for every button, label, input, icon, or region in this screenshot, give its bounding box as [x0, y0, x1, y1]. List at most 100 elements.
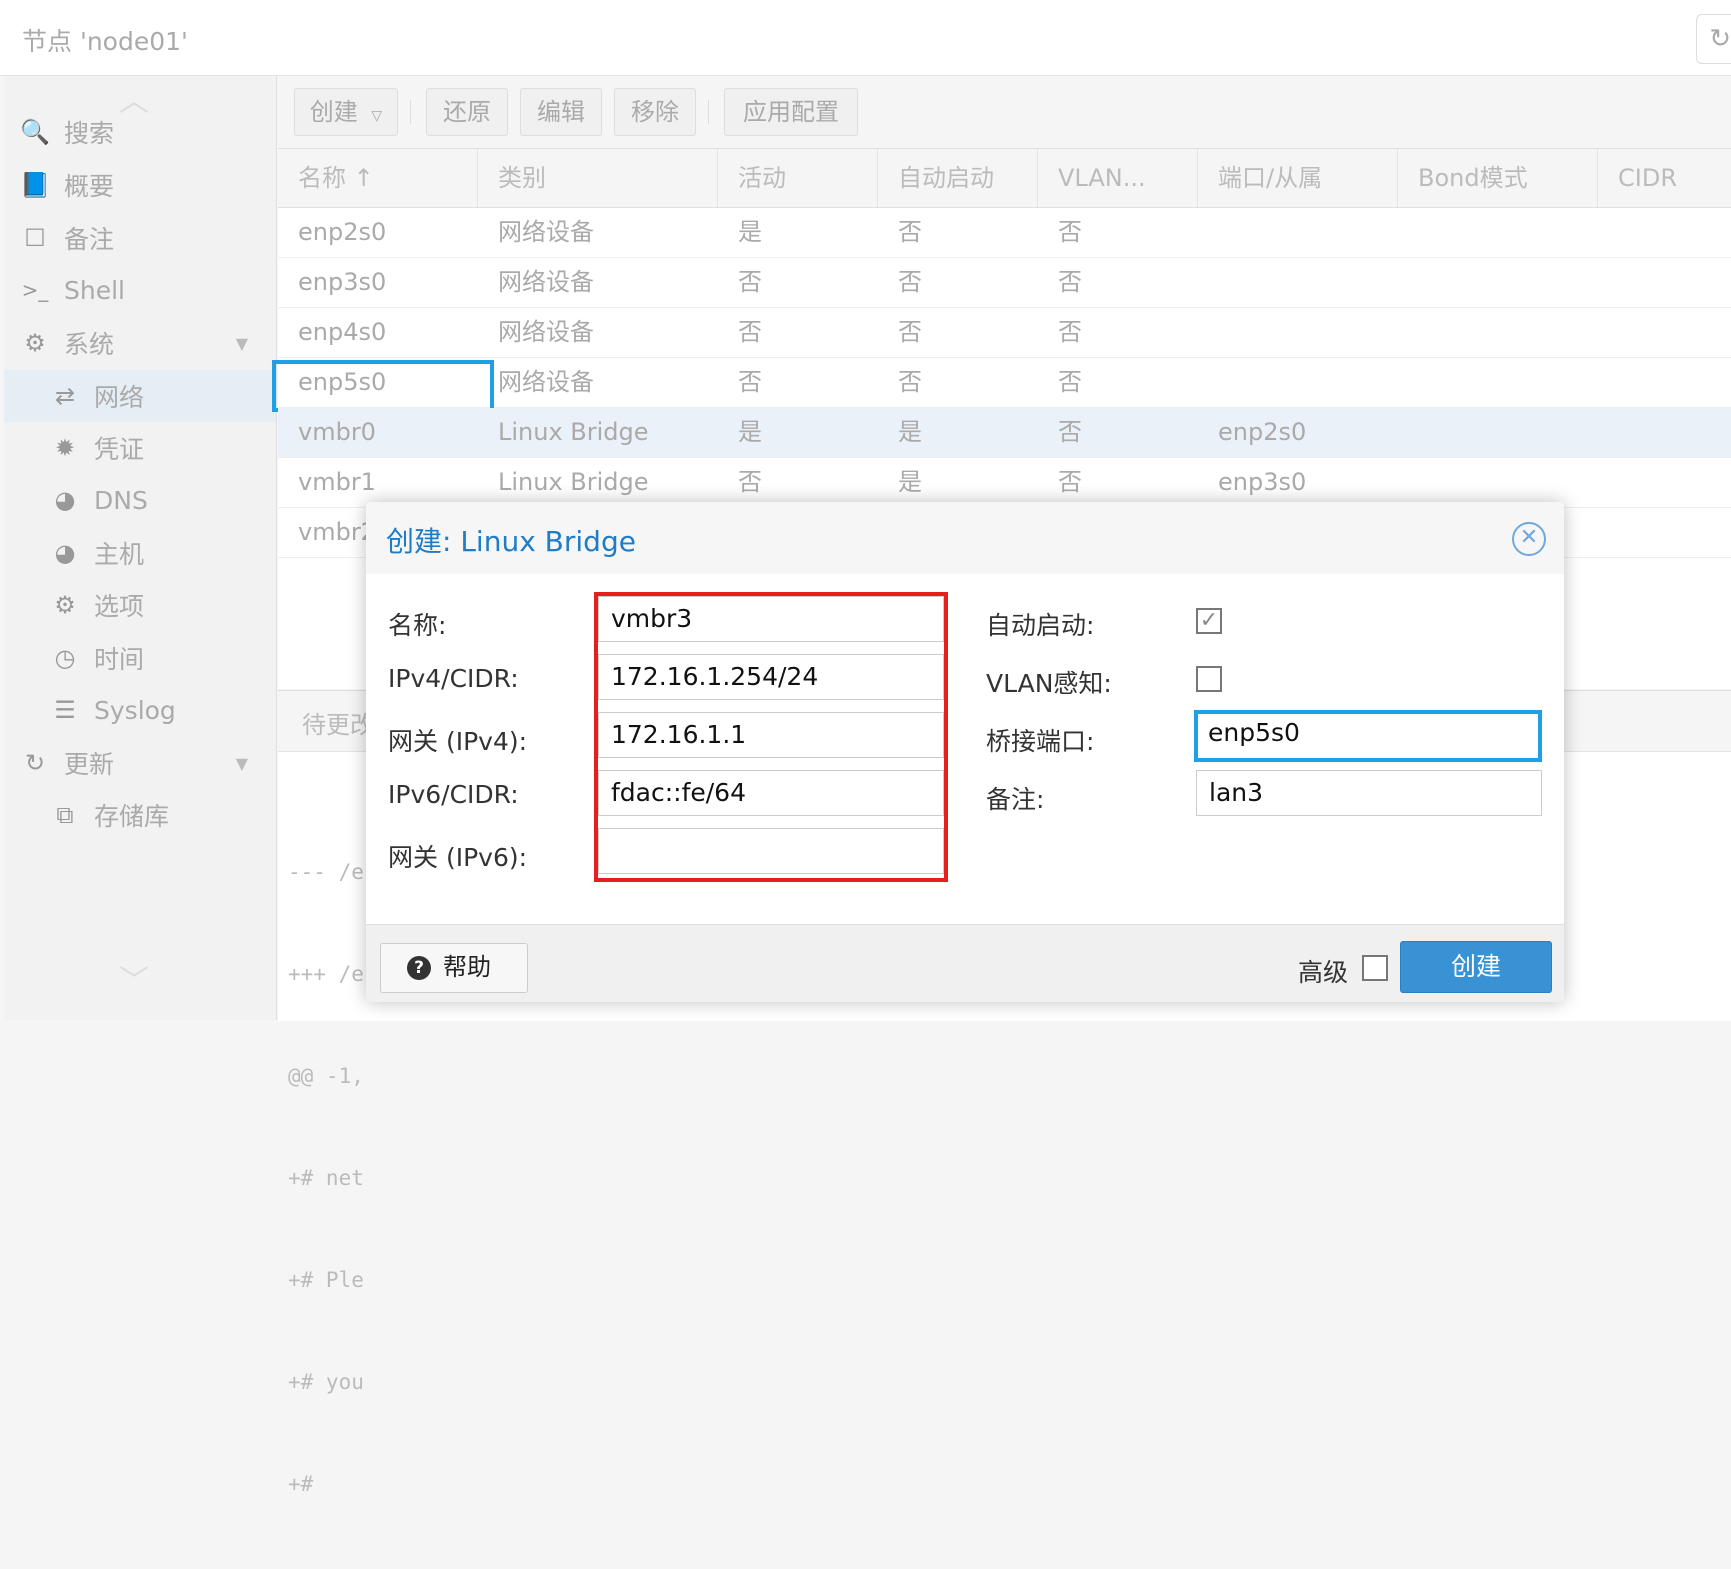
cell-ports: enp3s0: [1218, 468, 1307, 496]
sidebar-item-label: 系统: [64, 330, 115, 359]
cell-active: 否: [738, 368, 762, 396]
table-row[interactable]: enp2s0 网络设备 是 否 否: [278, 208, 1731, 258]
cell-ports: [1198, 308, 1398, 357]
table-row[interactable]: enp5s0 网络设备 否 否 否: [278, 358, 1731, 408]
sidebar-item-time[interactable]: ◷ 时间: [4, 632, 276, 684]
column-name[interactable]: 名称 ↑: [278, 149, 478, 207]
cell-active: 否: [738, 268, 762, 296]
grid-header: 名称 ↑ 类别 活动 自动启动 VLAN... 端口/从属 Bond模式 CID…: [278, 149, 1731, 208]
note-icon: ☐: [24, 224, 46, 252]
table-row[interactable]: vmbr0 Linux Bridge 是 是 否 enp2s0: [278, 408, 1731, 458]
chevron-down-icon[interactable]: ▼: [236, 754, 248, 773]
dialog-footer: ? 帮助 高级 创建: [366, 924, 1564, 1002]
sidebar-item-notes[interactable]: ☐ 备注: [4, 212, 276, 264]
question-icon: ?: [407, 956, 431, 980]
sidebar-item-shell[interactable]: >_ Shell: [4, 264, 276, 316]
table-row[interactable]: enp3s0 网络设备 否 否 否: [278, 258, 1731, 308]
dialog-header: 创建: Linux Bridge ✕: [366, 502, 1564, 574]
gear-icon: ⚙: [54, 591, 76, 619]
close-icon[interactable]: ✕: [1512, 522, 1546, 556]
comment-label: 备注:: [986, 785, 1045, 814]
vlan-aware-checkbox[interactable]: [1196, 666, 1222, 692]
cell-vlan: 否: [1058, 268, 1082, 296]
repository-icon: ⧉: [56, 801, 74, 829]
cell-type: Linux Bridge: [498, 418, 649, 446]
refresh-icon: ↻: [24, 749, 46, 777]
page-title: 节点 'node01': [22, 27, 188, 56]
highlight-frame-red: [594, 592, 948, 882]
sidebar-item-dns[interactable]: ◕ DNS: [4, 474, 276, 526]
bridge-ports-label: 桥接端口:: [986, 727, 1095, 756]
autostart-checkbox[interactable]: ✓: [1196, 608, 1222, 634]
book-icon: 📘: [20, 171, 50, 199]
sidebar-item-label: 时间: [94, 645, 145, 674]
cell-active: 是: [738, 218, 762, 246]
column-cidr[interactable]: CIDR: [1598, 149, 1731, 207]
autostart-label: 自动启动:: [986, 611, 1095, 640]
sidebar-item-updates[interactable]: ↻ 更新 ▼: [4, 737, 276, 789]
cell-type: Linux Bridge: [498, 468, 649, 496]
comment-field[interactable]: lan3: [1196, 770, 1542, 816]
toolbar-separator: [410, 100, 411, 124]
globe-icon: ◕: [54, 486, 76, 514]
ipv6-label: IPv6/CIDR:: [388, 780, 519, 809]
revert-button[interactable]: 还原: [426, 88, 508, 136]
scroll-down-icon[interactable]: ﹀: [114, 956, 154, 1000]
column-type[interactable]: 类别: [478, 149, 718, 207]
table-row[interactable]: vmbr1 Linux Bridge 否 是 否 enp3s0: [278, 458, 1731, 508]
remove-button[interactable]: 移除: [614, 88, 696, 136]
cell-autostart: 否: [898, 218, 922, 246]
cell-autostart: 否: [898, 318, 922, 346]
create-button[interactable]: 创建 ▽: [294, 88, 398, 136]
diff-line: --- /e: [288, 860, 364, 884]
advanced-checkbox[interactable]: [1362, 955, 1388, 981]
sidebar-item-label: 凭证: [94, 435, 145, 464]
table-row[interactable]: enp4s0 网络设备 否 否 否: [278, 308, 1731, 358]
sidebar-item-system[interactable]: ⚙ 系统 ▼: [4, 317, 276, 369]
apply-config-button[interactable]: 应用配置: [724, 88, 858, 136]
help-button[interactable]: ? 帮助: [380, 943, 528, 993]
sidebar-item-repositories[interactable]: ⧉ 存储库: [4, 789, 276, 841]
sidebar-item-network[interactable]: ⇄ 网络: [4, 370, 276, 422]
sidebar-item-summary[interactable]: 📘 概要: [4, 159, 276, 211]
cell-name: vmbr0: [298, 418, 376, 446]
gateway-ipv6-label: 网关 (IPv6):: [388, 843, 528, 872]
create-bridge-dialog: 创建: Linux Bridge ✕ 名称: vmbr3 IPv4/CIDR: …: [366, 502, 1564, 1002]
sidebar-item-label: 更新: [64, 750, 115, 779]
sidebar-item-label: 备注: [64, 225, 115, 254]
cell-vlan: 否: [1058, 418, 1082, 446]
chevron-down-icon[interactable]: ▼: [236, 334, 248, 353]
cell-type: 网络设备: [498, 318, 594, 346]
bridge-ports-field[interactable]: enp5s0: [1194, 710, 1542, 762]
column-vlan[interactable]: VLAN...: [1038, 149, 1198, 207]
sidebar-item-syslog[interactable]: ☰ Syslog: [4, 684, 276, 736]
terminal-icon: >_: [21, 278, 49, 302]
column-autostart[interactable]: 自动启动: [878, 149, 1038, 207]
column-bond-mode[interactable]: Bond模式: [1398, 149, 1598, 207]
sidebar-item-certificates[interactable]: ✹ 凭证: [4, 422, 276, 474]
cell-type: 网络设备: [498, 368, 594, 396]
sidebar-item-label: Syslog: [94, 695, 176, 725]
diff-line: +#: [288, 1472, 314, 1496]
create-label: 创建: [309, 98, 358, 126]
create-submit-button[interactable]: 创建: [1400, 941, 1552, 993]
pending-title: 待更改: [302, 711, 374, 739]
diff-line: +# net: [288, 1166, 364, 1190]
cell-vlan: 否: [1058, 468, 1082, 496]
column-active[interactable]: 活动: [718, 149, 878, 207]
column-ports[interactable]: 端口/从属: [1198, 149, 1398, 207]
chevron-down-icon: ▽: [371, 108, 383, 124]
sidebar-item-hosts[interactable]: ◕ 主机: [4, 527, 276, 579]
name-label: 名称:: [388, 611, 447, 640]
cell-autostart: 否: [898, 268, 922, 296]
sidebar-item-label: DNS: [94, 485, 148, 515]
advanced-label: 高级: [1298, 958, 1349, 987]
diff-line: +# Ple: [288, 1268, 364, 1292]
sidebar-item-options[interactable]: ⚙ 选项: [4, 579, 276, 631]
certificate-icon: ✹: [54, 434, 76, 462]
sidebar-item-search[interactable]: 🔍 搜索: [4, 106, 276, 158]
search-icon: 🔍: [20, 118, 50, 146]
reload-icon[interactable]: ↻: [1696, 14, 1731, 64]
cell-vlan: 否: [1058, 368, 1082, 396]
edit-button[interactable]: 编辑: [520, 88, 602, 136]
